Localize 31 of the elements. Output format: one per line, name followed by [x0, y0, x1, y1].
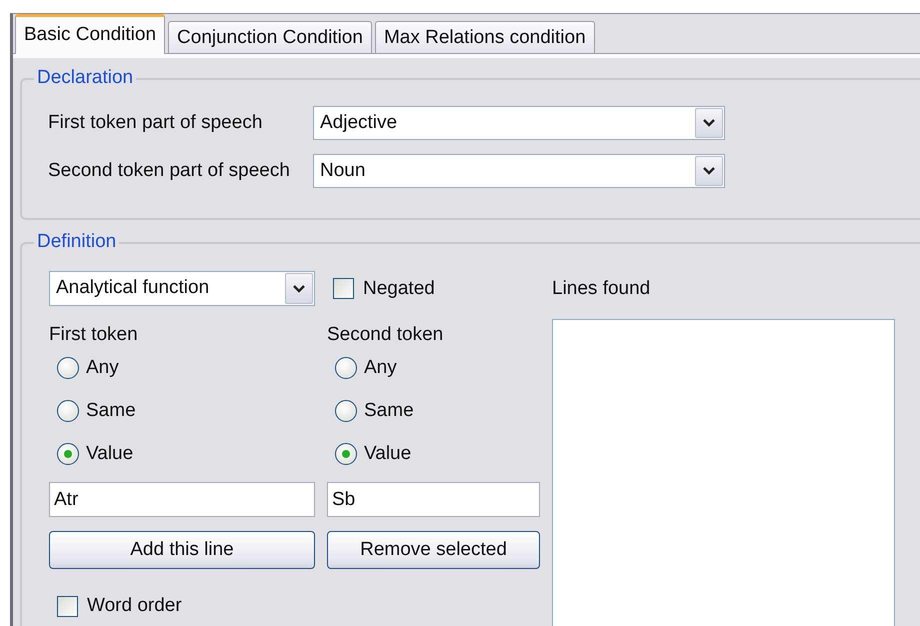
field-label: First token part of speech	[48, 112, 264, 134]
radio-label: Value	[364, 442, 412, 464]
column-heading: Second token	[327, 324, 444, 346]
radio-button[interactable]	[57, 400, 79, 422]
radio-button[interactable]	[57, 356, 79, 378]
text-field[interactable]: Sb	[327, 482, 540, 517]
radio-button[interactable]	[335, 442, 357, 464]
checkbox-label: Negated	[363, 278, 435, 300]
tab[interactable]: Basic Condition	[15, 14, 166, 54]
checkbox-label: Word order	[87, 595, 182, 617]
radio-label: Any	[364, 356, 397, 378]
field-label: Second token part of speech	[48, 160, 291, 182]
checkbox[interactable]	[333, 278, 354, 299]
radio-button[interactable]	[335, 356, 357, 378]
radio-label: Same	[364, 400, 414, 422]
column-heading: First token	[49, 324, 139, 346]
text-field[interactable]: Atr	[49, 482, 315, 517]
checkbox[interactable]	[57, 596, 78, 616]
radio-label: Any	[86, 356, 119, 378]
dropdown[interactable]: Analytical function	[49, 271, 315, 306]
radio-label: Value	[86, 442, 134, 464]
radio-button[interactable]	[57, 442, 79, 464]
button[interactable]: Remove selected	[327, 531, 540, 569]
dropdown[interactable]: Adjective	[313, 106, 725, 140]
tab[interactable]: Conjunction Condition	[168, 21, 372, 53]
button[interactable]: Add this line	[49, 531, 315, 569]
tab[interactable]: Max Relations condition	[374, 21, 595, 53]
list-label: Lines found	[552, 278, 652, 300]
radio-label: Same	[86, 400, 136, 422]
dropdown[interactable]: Noun	[313, 154, 725, 188]
radio-button[interactable]	[335, 400, 357, 422]
